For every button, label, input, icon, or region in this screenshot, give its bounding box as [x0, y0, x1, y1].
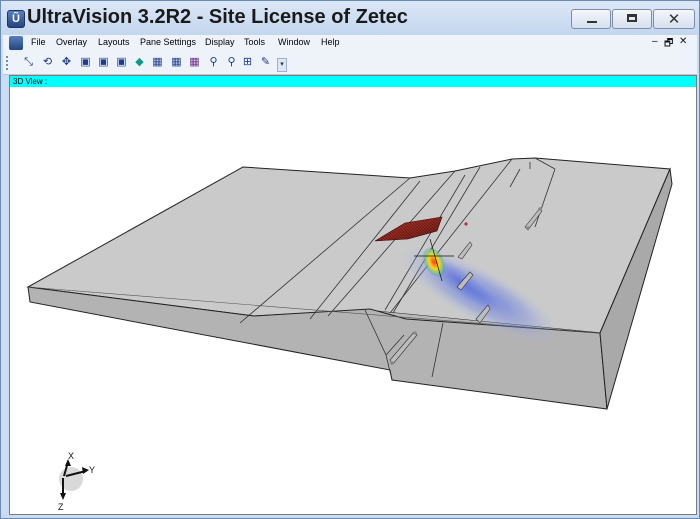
app-window: Ũ UltraVision 3.2R2 - Site License of Ze… [0, 0, 700, 519]
pan-icon[interactable]: ✥ [59, 55, 74, 70]
view-iso-icon[interactable]: ◆ [132, 55, 147, 70]
window-title: UltraVision 3.2R2 - Site License of Zete… [27, 6, 408, 28]
mdi-restore-button[interactable]: 🗗 [664, 36, 673, 53]
view-top-icon[interactable]: ▣ [114, 55, 129, 70]
menu-layouts[interactable]: Layouts [98, 37, 130, 47]
minimize-icon [587, 21, 597, 23]
3d-view-pane[interactable]: 3D View : X Y Z [9, 75, 697, 515]
zoom-out-icon[interactable]: ⚲ [224, 55, 239, 70]
view-front-icon[interactable]: ▣ [78, 55, 93, 70]
axis-x-label: X [68, 451, 74, 461]
view-side-icon[interactable]: ▣ [96, 55, 111, 70]
axis-triad: X Y Z [58, 451, 95, 512]
menu-help[interactable]: Help [321, 37, 340, 47]
toolbar-overflow-button[interactable]: ▾ [277, 58, 287, 72]
axis-y-label: Y [89, 465, 95, 475]
document-icon[interactable] [9, 36, 23, 50]
app-logo-icon[interactable]: Ũ [7, 10, 25, 28]
pane-title: 3D View : [13, 77, 48, 86]
mdi-close-button[interactable]: ✕ [679, 36, 687, 47]
close-icon: ✕ [667, 10, 681, 28]
menu-file[interactable]: File [31, 37, 46, 47]
menu-pane-settings[interactable]: Pane Settings [140, 37, 196, 47]
zoom-fit-icon[interactable]: ⊞ [240, 55, 255, 70]
grid-2-icon[interactable]: ▦ [169, 55, 184, 70]
menu-overlay[interactable]: Overlay [56, 37, 87, 47]
maximize-button[interactable] [612, 9, 652, 29]
grid-1-icon[interactable]: ▦ [150, 55, 165, 70]
maximize-icon [627, 14, 637, 22]
3d-scene[interactable]: X Y Z [10, 87, 696, 514]
rotate-icon[interactable]: ⟲ [40, 55, 55, 70]
toolbar: ⤡ ⟲ ✥ ▣ ▣ ▣ ◆ ▦ ▦ ▦ ⚲ ⚲ ⊞ ✎ ▾ [3, 52, 697, 75]
pointer-zoom-icon[interactable]: ⤡ [21, 55, 36, 70]
grid-3-icon[interactable]: ▦ [187, 55, 202, 70]
title-bar[interactable]: Ũ UltraVision 3.2R2 - Site License of Ze… [1, 1, 699, 35]
minimize-button[interactable] [571, 9, 611, 29]
zoom-in-icon[interactable]: ⚲ [206, 55, 221, 70]
menu-window[interactable]: Window [278, 37, 310, 47]
menu-bar: File Overlay Layouts Pane Settings Displ… [3, 35, 697, 52]
menu-tools[interactable]: Tools [244, 37, 265, 47]
toolbar-grip[interactable] [6, 56, 11, 70]
annotate-icon[interactable]: ✎ [258, 55, 273, 70]
pane-header: 3D View : [10, 76, 696, 87]
menu-display[interactable]: Display [205, 37, 235, 47]
axis-z-label: Z [58, 502, 64, 512]
mdi-minimize-button[interactable]: – [652, 36, 658, 47]
close-button[interactable]: ✕ [653, 9, 695, 29]
